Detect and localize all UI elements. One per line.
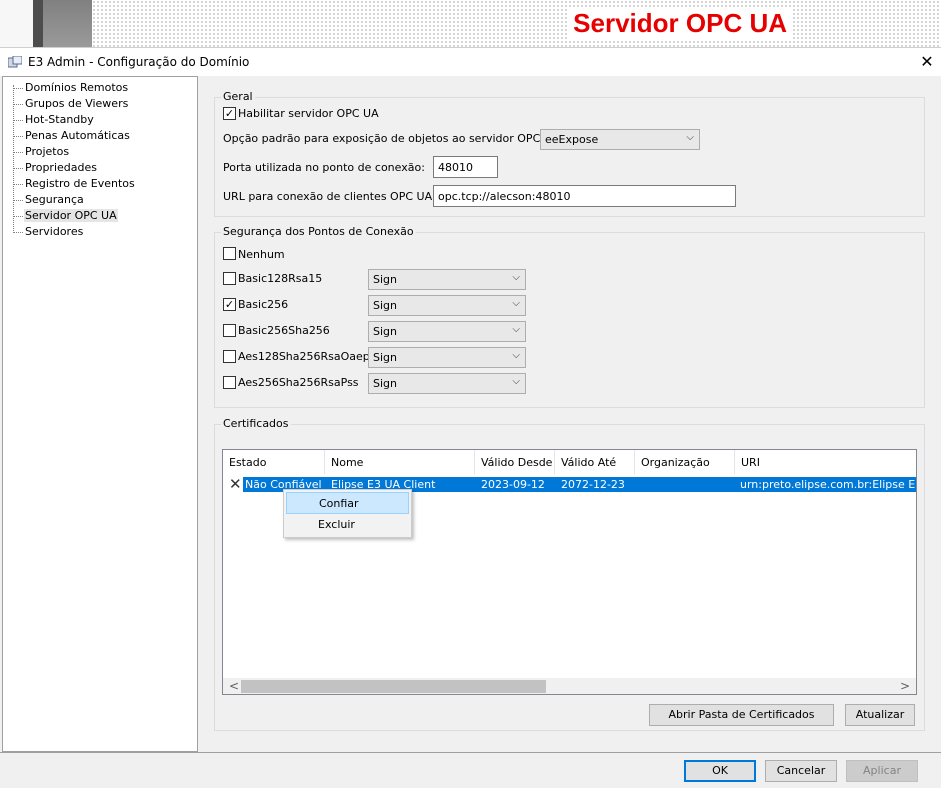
context-menu: Confiar Excluir: [283, 489, 412, 538]
mode-value: Sign: [373, 299, 397, 312]
exposure-select[interactable]: eeExpose ⌵: [540, 129, 700, 150]
column-header-organizacao[interactable]: Organização: [635, 450, 735, 474]
column-header-valido-desde[interactable]: Válido Desde: [475, 450, 555, 474]
column-header-nome[interactable]: Nome: [325, 450, 475, 474]
scroll-thumb[interactable]: [241, 680, 546, 693]
tree-item-servidor-opc-ua[interactable]: Servidor OPC UA: [3, 208, 193, 224]
basic128rsa15-checkbox[interactable]: [223, 272, 236, 285]
footer-separator: [0, 752, 941, 753]
tree-item-label: Penas Automáticas: [25, 129, 130, 142]
cell-uri: urn:preto.elipse.com.br:Elipse E3 U...: [740, 478, 916, 491]
banner-title: Servidor OPC UA: [569, 8, 791, 39]
exposure-value: eeExpose: [545, 133, 599, 146]
tree-item-label: Domínios Remotos: [25, 81, 129, 94]
tree-item-dominios-remotos[interactable]: Domínios Remotos: [3, 80, 193, 96]
mode-value: Sign: [373, 325, 397, 338]
policy-label: Basic256Sha256: [238, 324, 330, 337]
policy-label: Basic256: [238, 298, 289, 311]
tree-item-label: Servidor OPC UA: [24, 209, 118, 222]
enable-opc-checkbox[interactable]: ✓: [223, 107, 236, 120]
column-header-estado[interactable]: Estado: [223, 450, 325, 474]
tree-item-label: Registro de Eventos: [25, 177, 135, 190]
tree-item-servidores[interactable]: Servidores: [3, 224, 193, 240]
tree-item-grupos-de-viewers[interactable]: Grupos de Viewers: [3, 96, 193, 112]
group-title: Certificados: [221, 417, 291, 430]
column-header-uri[interactable]: URI: [735, 450, 916, 474]
mode-value: Sign: [373, 351, 397, 364]
close-button[interactable]: ✕: [913, 48, 941, 76]
basic256-checkbox[interactable]: ✓: [223, 298, 236, 311]
tree-item-label: Projetos: [25, 145, 70, 158]
settings-tree: Domínios Remotos Grupos de Viewers Hot-S…: [2, 76, 198, 752]
aes128-checkbox[interactable]: [223, 350, 236, 363]
banner-stripe: [0, 0, 33, 47]
tree-item-label: Grupos de Viewers: [25, 97, 129, 110]
tree-item-projetos[interactable]: Projetos: [3, 144, 193, 160]
policy-label: Basic128Rsa15: [238, 272, 323, 285]
cell-valido-desde: 2023-09-12: [481, 478, 545, 491]
nenhum-checkbox[interactable]: [223, 247, 236, 260]
apply-button[interactable]: Aplicar: [846, 760, 918, 782]
cancel-button[interactable]: Cancelar: [765, 760, 837, 782]
chevron-down-icon: ⌵: [512, 272, 520, 283]
scroll-right-icon[interactable]: >: [900, 679, 910, 693]
horizontal-scrollbar[interactable]: < >: [223, 678, 916, 694]
banner-block: [43, 0, 92, 47]
chevron-down-icon: ⌵: [512, 376, 520, 387]
refresh-button[interactable]: Atualizar: [845, 704, 915, 726]
column-header-valido-ate[interactable]: Válido Até: [555, 450, 635, 474]
tree-item-seguranca[interactable]: Segurança: [3, 192, 193, 208]
tree-item-penas-automaticas[interactable]: Penas Automáticas: [3, 128, 193, 144]
enable-opc-label: Habilitar servidor OPC UA: [238, 107, 379, 120]
mode-value: Sign: [373, 273, 397, 286]
menu-item-excluir[interactable]: Excluir: [286, 514, 409, 536]
chevron-down-icon: ⌵: [512, 298, 520, 309]
tree-item-label: Propriedades: [25, 161, 97, 174]
menu-item-confiar[interactable]: Confiar: [286, 492, 409, 514]
port-label: Porta utilizada no ponto de conexão:: [223, 161, 425, 174]
group-title: Segurança dos Pontos de Conexão: [221, 225, 416, 238]
url-input[interactable]: opc.tcp://alecson:48010: [433, 185, 736, 207]
basic256sha256-checkbox[interactable]: [223, 324, 236, 337]
cell-valido-ate: 2072-12-23: [561, 478, 625, 491]
mode-value: Sign: [373, 377, 397, 390]
nenhum-label: Nenhum: [238, 248, 285, 261]
exposure-label: Opção padrão para exposição de objetos a…: [223, 132, 563, 145]
group-title: Geral: [221, 90, 255, 103]
header-banner: Servidor OPC UA: [0, 0, 941, 47]
tree-item-label: Segurança: [25, 193, 84, 206]
url-label: URL para conexão de clientes OPC UA:: [223, 190, 436, 203]
aes256-mode-select[interactable]: Sign ⌵: [368, 373, 526, 394]
basic128rsa15-mode-select[interactable]: Sign ⌵: [368, 269, 526, 290]
banner-stripe: [33, 0, 43, 47]
tree-item-hot-standby[interactable]: Hot-Standby: [3, 112, 193, 128]
chevron-down-icon: ⌵: [512, 324, 520, 335]
aes256-checkbox[interactable]: [223, 376, 236, 389]
scroll-left-icon[interactable]: <: [229, 679, 239, 693]
ok-button[interactable]: OK: [684, 760, 756, 782]
basic256-mode-select[interactable]: Sign ⌵: [368, 295, 526, 316]
untrusted-icon: ✕: [229, 475, 242, 493]
open-certificates-folder-button[interactable]: Abrir Pasta de Certificados: [649, 704, 834, 726]
tree-item-registro-de-eventos[interactable]: Registro de Eventos: [3, 176, 193, 192]
aes128-mode-select[interactable]: Sign ⌵: [368, 347, 526, 368]
window-title: E3 Admin - Configuração do Domínio: [28, 55, 250, 69]
chevron-down-icon: ⌵: [686, 132, 694, 143]
basic256sha256-mode-select[interactable]: Sign ⌵: [368, 321, 526, 342]
chevron-down-icon: ⌵: [512, 350, 520, 361]
policy-label: Aes256Sha256RsaPss: [238, 376, 359, 389]
app-icon: [8, 56, 22, 68]
port-input[interactable]: 48010: [433, 156, 498, 178]
tree-item-label: Hot-Standby: [25, 113, 94, 126]
tree-item-propriedades[interactable]: Propriedades: [3, 160, 193, 176]
title-bar: E3 Admin - Configuração do Domínio ✕: [0, 48, 941, 76]
tree-item-label: Servidores: [25, 225, 84, 238]
certificates-list[interactable]: Estado Nome Válido Desde Válido Até Orga…: [222, 449, 917, 695]
policy-label: Aes128Sha256RsaOaep: [238, 350, 370, 363]
dialog-window: E3 Admin - Configuração do Domínio ✕ Dom…: [0, 47, 941, 788]
